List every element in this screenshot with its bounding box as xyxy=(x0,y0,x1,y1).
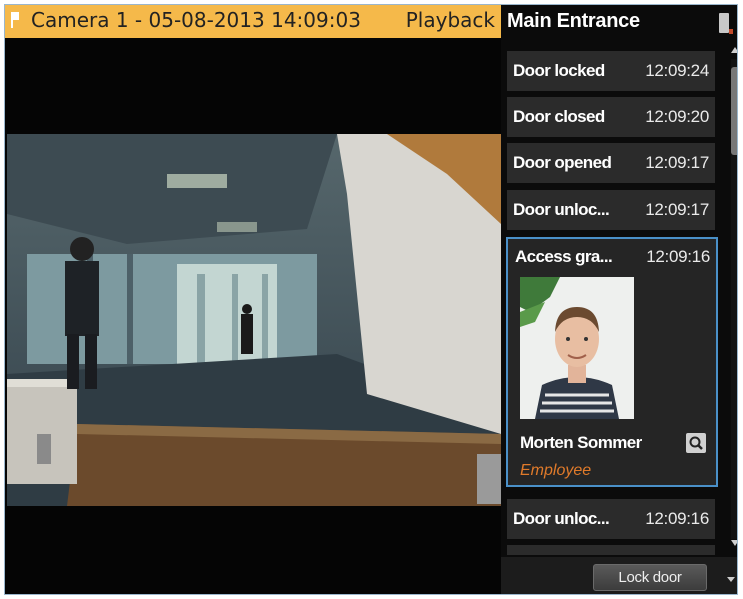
event-label: Access gra... xyxy=(515,247,613,266)
action-bar: Lock door xyxy=(501,557,737,594)
scrollbar-thumb[interactable] xyxy=(731,67,737,155)
event-time: 12:09:16 xyxy=(645,509,709,528)
camera-flag-icon xyxy=(11,12,19,28)
person-role: Employee xyxy=(520,462,592,479)
event-time: 12:09:16 xyxy=(646,247,710,266)
playback-mode-label: Playback xyxy=(405,8,495,32)
event-label: Door unloc... xyxy=(513,509,610,528)
access-panel: Main Entrance Door locked 12:09:24 Door … xyxy=(501,5,737,594)
camera-title-bar: Camera 1 - 05-08-2013 14:09:03 Playback xyxy=(5,5,501,38)
event-list[interactable]: Door locked 12:09:24 Door closed 12:09:2… xyxy=(501,45,727,555)
search-icon[interactable] xyxy=(686,433,706,453)
event-item[interactable]: Door closed 12:09:20 xyxy=(507,97,715,137)
scroll-down-icon[interactable] xyxy=(731,540,737,546)
event-label: Door opened xyxy=(513,153,612,172)
event-time: 12:09:24 xyxy=(645,61,709,80)
event-item[interactable]: Door locked 12:09:24 xyxy=(507,51,715,91)
event-label: Door closed xyxy=(513,107,605,126)
video-viewport[interactable] xyxy=(5,38,501,594)
camera-title: Camera 1 - 05-08-2013 14:09:03 xyxy=(31,8,361,32)
event-item-partial[interactable] xyxy=(507,545,715,555)
event-time: 12:09:17 xyxy=(645,200,709,219)
chevron-down-icon[interactable] xyxy=(727,577,735,582)
event-time: 12:09:20 xyxy=(645,107,709,126)
panel-title: Main Entrance xyxy=(507,10,640,32)
event-item[interactable]: Door unloc... 12:09:16 xyxy=(507,499,715,539)
event-item[interactable]: Door opened 12:09:17 xyxy=(507,143,715,183)
event-label: Door locked xyxy=(513,61,605,80)
scroll-up-icon[interactable] xyxy=(731,47,737,53)
event-label: Door unloc... xyxy=(513,200,610,219)
event-time: 12:09:17 xyxy=(645,153,709,172)
event-item-access-granted[interactable]: Access gra... 12:09:16 Morten Sommer Emp… xyxy=(506,237,718,487)
lock-door-label: Lock door xyxy=(618,569,682,586)
person-photo xyxy=(520,277,634,419)
camera-video-frame xyxy=(7,134,501,506)
camera-window: Camera 1 - 05-08-2013 14:09:03 Playback xyxy=(4,4,738,595)
door-icon[interactable] xyxy=(719,13,733,34)
event-item[interactable]: Door unloc... 12:09:17 xyxy=(507,190,715,230)
lock-door-button[interactable]: Lock door xyxy=(593,564,707,591)
person-name: Morten Sommer xyxy=(520,433,642,452)
